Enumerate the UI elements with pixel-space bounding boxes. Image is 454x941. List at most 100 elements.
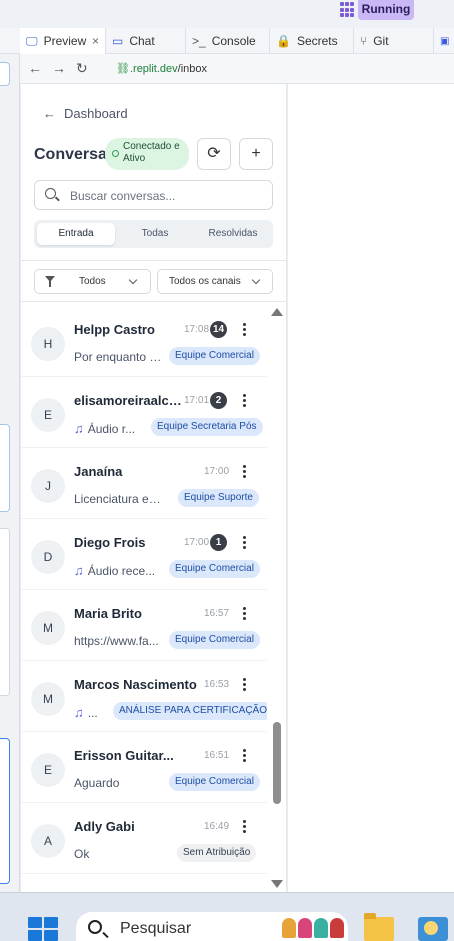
message-preview: ♫... <box>74 705 98 720</box>
tab-secrets[interactable]: 🔒 Secrets <box>270 28 354 54</box>
divider <box>21 260 287 261</box>
more-vertical-icon[interactable] <box>239 393 249 409</box>
timestamp: 17:00 <box>204 466 230 477</box>
status-filter-select[interactable]: Todos <box>34 269 151 294</box>
message-preview: Ok <box>74 847 90 861</box>
search-highlight-icon <box>282 918 344 938</box>
contact-name: Janaína <box>74 464 123 479</box>
conversation-item[interactable]: E elisamoreiraalca... 17:01 2 ♫ Áudio r..… <box>21 377 267 448</box>
team-tag: Equipe Suporte <box>178 489 259 507</box>
contact-name: Adly Gabi <box>74 819 135 834</box>
file-explorer-icon[interactable] <box>364 913 394 941</box>
message-preview: ♫ Áudio rece... <box>74 563 156 578</box>
contact-name: Erisson Guitar... <box>74 748 174 763</box>
lock-icon: 🔒 <box>276 34 291 48</box>
tab-entrada[interactable]: Entrada <box>37 223 115 245</box>
music-note-icon: ♫ <box>74 421 84 436</box>
divider <box>21 301 287 302</box>
contact-name: elisamoreiraalca... <box>74 393 186 408</box>
browser-url-bar: ← → ↻ ⛓.replit.dev/inbox <box>20 54 454 84</box>
filter-icon <box>45 276 55 287</box>
tab-typescript[interactable]: ▣ <box>434 28 454 54</box>
more-vertical-icon[interactable] <box>239 535 249 551</box>
conversation-item[interactable]: M Maria Brito 16:57 https://www.fa... Eq… <box>21 590 267 661</box>
refresh-button[interactable]: ⟳ <box>197 138 231 170</box>
search-input[interactable]: Buscar conversas... <box>34 180 273 210</box>
team-tag: Equipe Secretaria Pós <box>151 418 263 436</box>
left-card-edge <box>0 424 10 512</box>
more-vertical-icon[interactable] <box>239 748 249 764</box>
tab-label: Preview <box>43 34 87 48</box>
team-tag: Equipe Comercial <box>169 773 260 791</box>
conversation-item[interactable]: M Marcos Nascimento 16:53 ♫... ANÁLISE P… <box>21 661 267 732</box>
tab-bar: 🖵 Preview × ▭ Chat >_ Console 🔒 Secrets … <box>0 28 454 54</box>
more-vertical-icon[interactable] <box>239 606 249 622</box>
team-tag: Sem Atribuição <box>177 844 257 862</box>
conversation-item[interactable]: A Adly Gabi 16:49 Ok Sem Atribuição <box>21 803 267 874</box>
channel-filter-select[interactable]: Todos os canais <box>157 269 273 294</box>
app-icon[interactable] <box>418 917 448 941</box>
timestamp: 17:01 <box>184 395 210 406</box>
terminal-icon: >_ <box>192 34 206 48</box>
tab-todas[interactable]: Todas <box>116 223 194 245</box>
conversation-item[interactable]: H Helpp Castro 17:08 14 Por enquanto s..… <box>21 306 267 377</box>
left-input-edge[interactable] <box>0 62 10 86</box>
scroll-up-icon[interactable] <box>271 308 283 316</box>
reload-icon[interactable]: ↻ <box>76 60 88 77</box>
chevron-down-icon <box>251 275 261 285</box>
avatar: M <box>31 682 65 716</box>
team-tag: Equipe Comercial <box>169 560 260 578</box>
list-scrollbar[interactable] <box>269 306 283 892</box>
scroll-down-icon[interactable] <box>271 880 283 888</box>
tab-label: Secrets <box>296 34 338 48</box>
tab-chat[interactable]: ▭ Chat <box>106 28 186 54</box>
windows-start-icon[interactable] <box>28 917 58 941</box>
more-vertical-icon[interactable] <box>239 677 249 693</box>
page-title: Conversas <box>34 146 116 163</box>
refresh-icon: ⟳ <box>207 145 221 162</box>
tab-console[interactable]: >_ Console <box>186 28 270 54</box>
left-input-edge[interactable] <box>0 738 10 884</box>
avatar: M <box>31 611 65 645</box>
more-vertical-icon[interactable] <box>239 322 249 338</box>
conversation-item[interactable]: E Erisson Guitar... 16:51 Aguardo Equipe… <box>21 732 267 803</box>
conversation-item[interactable] <box>21 874 267 892</box>
conversation-item[interactable]: D Diego Frois 17:00 1 ♫ Áudio rece... Equ… <box>21 519 267 590</box>
message-preview: Por enquanto s... <box>74 350 164 364</box>
running-status-badge[interactable]: Running <box>358 0 414 20</box>
more-vertical-icon[interactable] <box>239 464 249 480</box>
contact-name: Helpp Castro <box>74 322 155 337</box>
more-vertical-icon[interactable] <box>239 819 249 835</box>
dashboard-back-link[interactable]: ← Dashboard <box>43 106 128 121</box>
plus-icon: + <box>251 145 261 162</box>
timestamp: 17:08 <box>184 324 210 335</box>
inbox-panel: ← Dashboard Conversas Conectado e Ativo … <box>21 84 287 892</box>
contact-name: Diego Frois <box>74 535 146 550</box>
back-arrow-icon[interactable]: ← <box>28 60 42 76</box>
conversation-item[interactable]: J Janaína 17:00 Licenciatura em ... Equi… <box>21 448 267 519</box>
tab-resolvidas[interactable]: Resolvidas <box>194 223 272 245</box>
message-preview: ♫ Áudio r... <box>74 421 136 436</box>
tab-label: Git <box>373 34 389 48</box>
workspace-top-bar: Running <box>0 0 454 28</box>
new-conversation-button[interactable]: + <box>239 138 273 170</box>
team-tag: Equipe Comercial <box>169 347 260 365</box>
chat-icon: ▭ <box>112 34 124 48</box>
tab-git[interactable]: ⑂ Git <box>354 28 434 54</box>
tab-preview[interactable]: 🖵 Preview × <box>20 28 106 54</box>
taskbar-search-input[interactable]: Pesquisar <box>76 912 348 941</box>
unread-count-badge: 2 <box>210 392 227 409</box>
forward-arrow-icon[interactable]: → <box>52 60 66 76</box>
unread-count-badge: 14 <box>210 321 227 338</box>
monitor-icon: 🖵 <box>26 33 38 48</box>
timestamp: 16:49 <box>204 821 230 832</box>
scrollbar-thumb[interactable] <box>273 722 281 804</box>
avatar: E <box>31 753 65 787</box>
contact-name: Maria Brito <box>74 606 142 621</box>
typescript-icon: ▣ <box>440 35 450 47</box>
close-icon[interactable]: × <box>92 34 99 48</box>
inbox-segmented-control: Entrada Todas Resolvidas <box>34 220 273 248</box>
grid-icon <box>340 2 356 18</box>
url-field[interactable]: ⛓.replit.dev/inbox <box>116 62 207 75</box>
timestamp: 16:53 <box>204 679 230 690</box>
